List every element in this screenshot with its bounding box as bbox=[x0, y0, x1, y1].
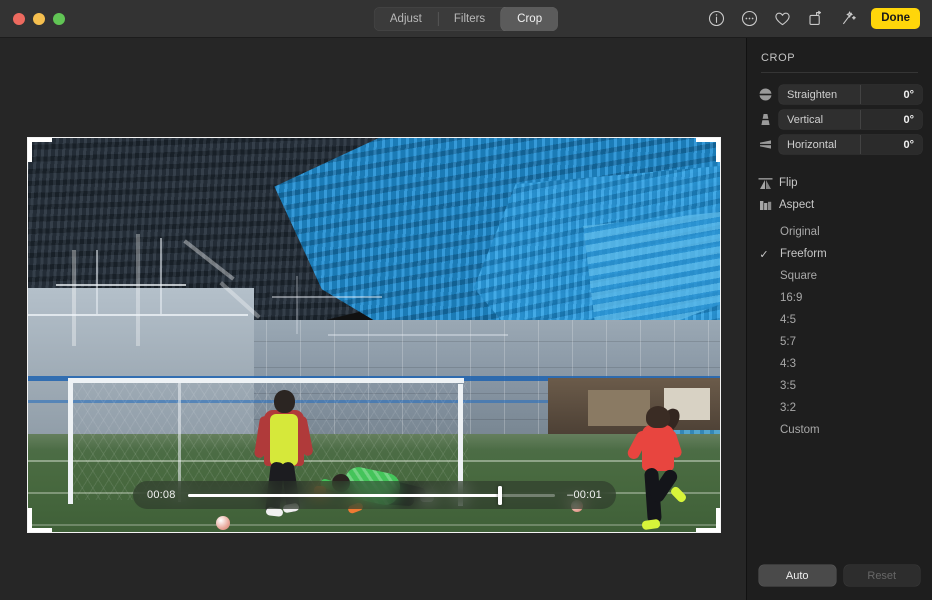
vertical-control[interactable]: Vertical 0° bbox=[779, 110, 922, 129]
zoom-button[interactable] bbox=[53, 13, 65, 25]
edit-mode-segmented-control[interactable]: Adjust Filters Crop bbox=[374, 7, 558, 31]
done-button[interactable]: Done bbox=[871, 8, 920, 29]
aspect-icon bbox=[757, 197, 773, 213]
aspect-option-3-2[interactable]: 3:2 bbox=[747, 397, 932, 419]
title-bar: Adjust Filters Crop bbox=[0, 0, 932, 38]
horizontal-control[interactable]: Horizontal 0° bbox=[779, 135, 922, 154]
tab-adjust[interactable]: Adjust bbox=[374, 7, 438, 31]
aspect-option-4-5[interactable]: 4:5 bbox=[747, 309, 932, 331]
aspect-option-5-7[interactable]: 5:7 bbox=[747, 331, 932, 353]
more-options-icon[interactable] bbox=[739, 9, 759, 29]
auto-button[interactable]: Auto bbox=[759, 565, 836, 586]
remaining-time: –00:01 bbox=[567, 489, 602, 501]
sidebar-divider bbox=[761, 72, 918, 73]
crop-handle-bottom-left[interactable] bbox=[28, 508, 32, 532]
straighten-label: Straighten bbox=[779, 85, 860, 104]
elapsed-time: 00:08 bbox=[147, 489, 176, 501]
straighten-icon bbox=[757, 87, 773, 103]
aspect-option-label: 3:5 bbox=[771, 380, 796, 392]
aspect-option-square[interactable]: Square bbox=[747, 265, 932, 287]
tab-filters[interactable]: Filters bbox=[438, 7, 501, 31]
aspect-option-label: 4:3 bbox=[771, 358, 796, 370]
menu-item-flip[interactable]: Flip bbox=[747, 172, 932, 194]
video-scrubber[interactable]: 00:08 –00:01 bbox=[133, 481, 616, 509]
reset-button: Reset bbox=[844, 565, 921, 586]
auto-enhance-wand-icon[interactable] bbox=[838, 9, 858, 29]
photo-image[interactable] bbox=[28, 138, 720, 532]
aspect-option-label: Square bbox=[771, 270, 817, 282]
aspect-option-label: 16:9 bbox=[771, 292, 802, 304]
horizontal-label: Horizontal bbox=[779, 135, 860, 154]
aspect-option-label: Original bbox=[771, 226, 820, 238]
minimize-button[interactable] bbox=[33, 13, 45, 25]
close-button[interactable] bbox=[13, 13, 25, 25]
menu-item-aspect[interactable]: Aspect bbox=[747, 194, 932, 216]
scrubber-playhead[interactable] bbox=[498, 486, 502, 505]
window-controls bbox=[0, 13, 65, 25]
vertical-label: Vertical bbox=[779, 110, 860, 129]
aspect-option-label: Freeform bbox=[771, 248, 827, 260]
straighten-value[interactable]: 0° bbox=[860, 85, 922, 104]
crop-handle-top-right[interactable] bbox=[716, 138, 720, 162]
info-icon[interactable] bbox=[706, 9, 726, 29]
stadium-photo-content bbox=[28, 138, 720, 532]
aspect-option-4-3[interactable]: 4:3 bbox=[747, 353, 932, 375]
photo-editor-window: Adjust Filters Crop bbox=[0, 0, 932, 600]
aspect-option-16-9[interactable]: 16:9 bbox=[747, 287, 932, 309]
scrubber-progress bbox=[188, 494, 500, 497]
slider-row-straighten[interactable]: Straighten 0° bbox=[747, 85, 932, 104]
crop-handle-bottom-right[interactable] bbox=[716, 508, 720, 532]
vertical-value[interactable]: 0° bbox=[860, 110, 922, 129]
straighten-control[interactable]: Straighten 0° bbox=[779, 85, 922, 104]
slider-row-vertical[interactable]: Vertical 0° bbox=[747, 110, 932, 129]
aspect-option-original[interactable]: Original bbox=[747, 221, 932, 243]
scrubber-track[interactable] bbox=[188, 494, 556, 497]
vertical-perspective-icon bbox=[757, 112, 773, 128]
favorite-heart-icon[interactable] bbox=[772, 9, 792, 29]
aspect-option-3-5[interactable]: 3:5 bbox=[747, 375, 932, 397]
aspect-option-freeform[interactable]: ✓ Freeform bbox=[747, 243, 932, 265]
photo-canvas[interactable]: 00:08 –00:01 bbox=[0, 38, 746, 600]
horizontal-perspective-icon bbox=[757, 137, 773, 153]
toolbar-actions: Done bbox=[706, 8, 932, 29]
rotate-icon[interactable] bbox=[805, 9, 825, 29]
aspect-option-label: 4:5 bbox=[771, 314, 796, 326]
aspect-options-list: Original ✓ Freeform Square 16:9 4:5 bbox=[747, 221, 932, 441]
horizontal-value[interactable]: 0° bbox=[860, 135, 922, 154]
aspect-option-label: 3:2 bbox=[771, 402, 796, 414]
editor-body: 00:08 –00:01 CROP bbox=[0, 38, 932, 600]
checkmark-icon: ✓ bbox=[757, 248, 771, 261]
aspect-label: Aspect bbox=[779, 199, 814, 211]
flip-label: Flip bbox=[779, 177, 798, 189]
tab-crop[interactable]: Crop bbox=[501, 7, 558, 31]
aspect-option-label: 5:7 bbox=[771, 336, 796, 348]
crop-sidebar: CROP Straighten 0° bbox=[746, 38, 932, 600]
player-runner bbox=[632, 406, 688, 532]
sidebar-footer-buttons: Auto Reset bbox=[747, 565, 932, 600]
flip-icon bbox=[757, 175, 773, 191]
sidebar-title: CROP bbox=[747, 38, 932, 72]
aspect-option-label: Custom bbox=[771, 424, 820, 436]
aspect-option-custom[interactable]: Custom bbox=[747, 419, 932, 441]
slider-row-horizontal[interactable]: Horizontal 0° bbox=[747, 135, 932, 154]
crop-handle-top-left[interactable] bbox=[28, 138, 32, 162]
